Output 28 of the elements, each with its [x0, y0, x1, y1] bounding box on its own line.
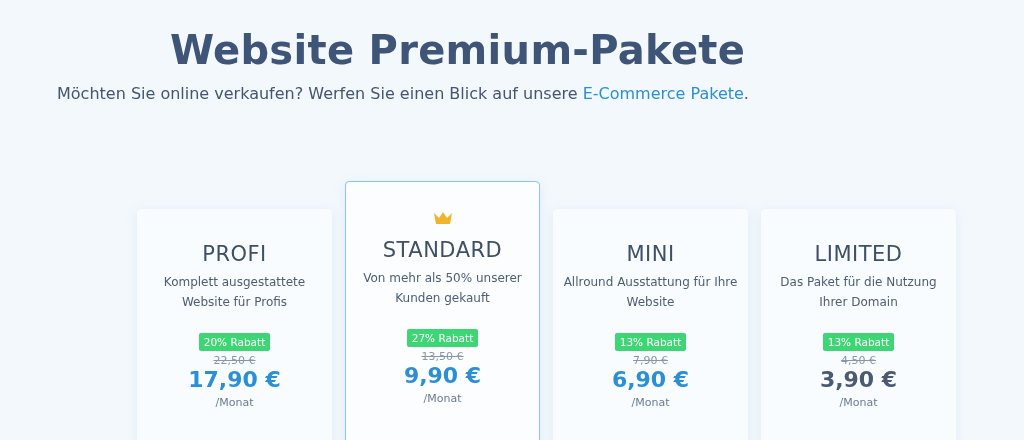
plan-name: STANDARD	[382, 237, 503, 263]
plan-description: Allround Ausstattung für Ihre Website	[562, 274, 739, 311]
crown-icon	[432, 211, 453, 225]
page-title: Website Premium-Pakete	[170, 26, 747, 75]
price-period: /Monat	[215, 396, 254, 409]
price-period: /Monat	[839, 396, 878, 409]
plan-description: Das Paket für die Nutzung Ihrer Domain	[779, 274, 938, 311]
plan-description: Komplett ausgestattete Website für Profis	[162, 274, 307, 311]
old-price: 22,50 €	[213, 354, 256, 367]
price: 3,90 €	[819, 367, 898, 393]
price: 17,90 €	[188, 367, 281, 393]
price: 9,90 €	[403, 363, 482, 389]
old-price: 13,50 €	[421, 350, 464, 363]
discount-badge: 27% Rabatt	[406, 329, 479, 347]
price-period: /Monat	[631, 396, 670, 409]
plan-name: MINI	[626, 241, 675, 267]
plan-name: LIMITED	[814, 241, 903, 267]
plan-description: Von mehr als 50% unserer Kunden gekauft	[362, 270, 523, 307]
intro-text: Möchten Sie online verkaufen? Werfen Sie einen Blick auf unsere E-Commerce Pakete.	[57, 84, 750, 103]
price: 6,90 €	[611, 367, 690, 393]
discount-badge: 13% Rabatt	[614, 333, 687, 351]
plan-name: PROFI	[202, 241, 267, 267]
discount-badge: 13% Rabatt	[822, 333, 895, 351]
price-period: /Monat	[423, 392, 462, 405]
old-price: 7,90 €	[633, 354, 668, 367]
e-commerce-link[interactable]: E-Commerce Pakete	[582, 84, 744, 103]
discount-badge: 20% Rabatt	[198, 333, 271, 351]
old-price: 4,50 €	[841, 354, 876, 367]
